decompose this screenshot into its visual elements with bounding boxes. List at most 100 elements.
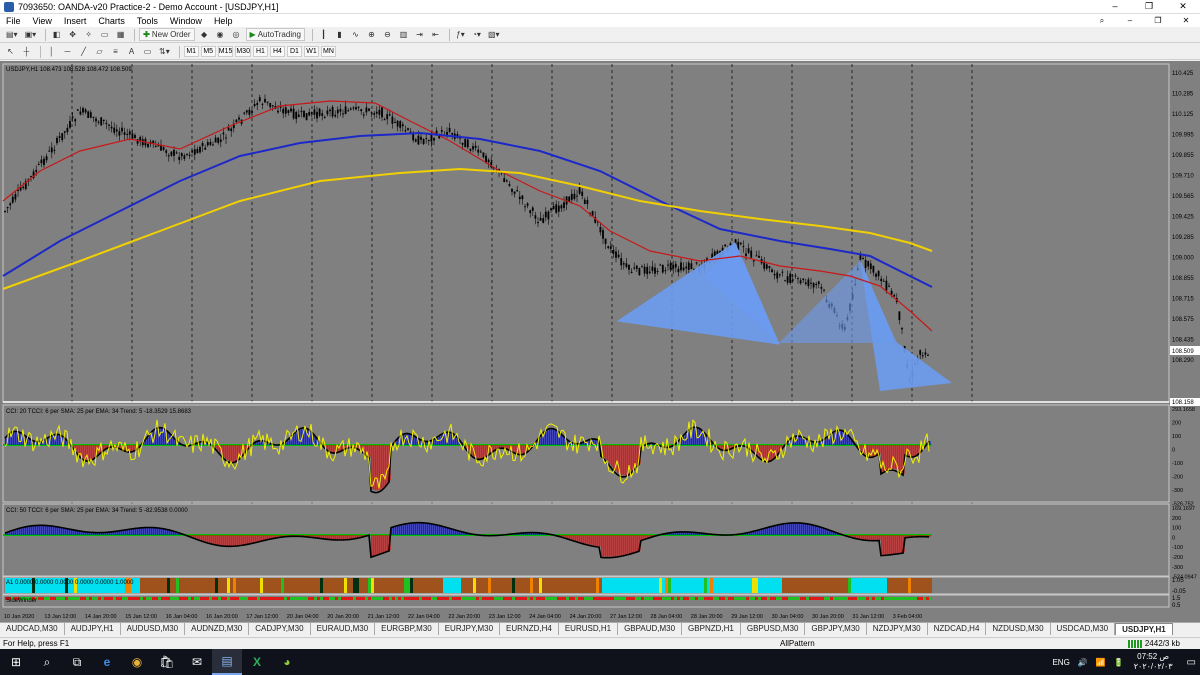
windows-start-icon[interactable]: ⊞ bbox=[0, 649, 32, 675]
tab-cadjpy[interactable]: CADJPY,M30 bbox=[249, 623, 311, 635]
signals-icon[interactable]: ◉ bbox=[214, 28, 227, 41]
market-watch-icon[interactable]: ◧ bbox=[50, 28, 63, 41]
menu-help[interactable]: Help bbox=[208, 16, 239, 26]
periods-icon[interactable]: ◔▾ bbox=[470, 28, 483, 41]
tab-audcad[interactable]: AUDCAD,M30 bbox=[0, 623, 65, 635]
tab-gbpnzd[interactable]: GBPNZD,H1 bbox=[682, 623, 741, 635]
timeframe-d1[interactable]: D1 bbox=[286, 46, 302, 57]
tab-eurgbp[interactable]: EURGBP,M30 bbox=[375, 623, 439, 635]
language-indicator[interactable]: ENG bbox=[1052, 658, 1069, 667]
fibonacci-icon[interactable]: ≡ bbox=[109, 45, 122, 58]
tab-euraud[interactable]: EURAUD,M30 bbox=[311, 623, 376, 635]
indicators-icon[interactable]: ƒ▾ bbox=[454, 28, 467, 41]
app-icon-green[interactable]: ◕ bbox=[272, 649, 302, 675]
candle-body bbox=[414, 139, 417, 142]
clock-date: ٢٠٢٠/٠٢/٠٣ bbox=[1133, 662, 1173, 671]
label-icon[interactable]: ▭ bbox=[141, 45, 154, 58]
tab-eurusd[interactable]: EURUSD,H1 bbox=[559, 623, 619, 635]
volume-icon[interactable]: 🔊 bbox=[1078, 658, 1088, 667]
data-window-icon[interactable]: ✥ bbox=[66, 28, 79, 41]
maximize-button[interactable]: ❐ bbox=[1132, 1, 1166, 12]
menu-charts[interactable]: Charts bbox=[92, 16, 131, 26]
store-icon[interactable]: 🛍 bbox=[152, 649, 182, 675]
colorbar-segment bbox=[569, 578, 572, 593]
notifications-icon[interactable]: ▭ bbox=[1187, 657, 1196, 668]
child-restore-button[interactable]: ❐ bbox=[1144, 16, 1172, 26]
navigator-icon[interactable]: ✧ bbox=[82, 28, 95, 41]
battery-icon[interactable]: 🔋 bbox=[1114, 658, 1124, 667]
menu-file[interactable]: File bbox=[0, 16, 27, 26]
histogram-bar bbox=[617, 445, 619, 473]
vertical-line-icon[interactable]: │ bbox=[45, 45, 58, 58]
profiles-icon[interactable]: ▣▾ bbox=[23, 28, 39, 41]
channel-icon[interactable]: ▱ bbox=[93, 45, 106, 58]
menu-insert[interactable]: Insert bbox=[58, 16, 93, 26]
tab-gbpaud[interactable]: GBPAUD,M30 bbox=[618, 623, 683, 635]
tab-nzdcad[interactable]: NZDCAD,H4 bbox=[928, 623, 987, 635]
terminal-icon[interactable]: ▭ bbox=[98, 28, 111, 41]
crosshair-icon[interactable]: ┼ bbox=[20, 45, 33, 58]
new-chart-icon[interactable]: ▤▾ bbox=[4, 28, 20, 41]
timeframe-h1[interactable]: H1 bbox=[252, 46, 268, 57]
strategy-tester-icon[interactable]: ▦ bbox=[114, 28, 127, 41]
zoom-out-icon[interactable]: ⊖ bbox=[381, 28, 394, 41]
price-chart[interactable]: USDJPY,H1 108.473 108.528 108.472 108.50… bbox=[0, 61, 1200, 622]
horizontal-line-icon[interactable]: ─ bbox=[61, 45, 74, 58]
timeframe-w1[interactable]: W1 bbox=[303, 46, 319, 57]
mail-icon[interactable]: ✉ bbox=[182, 649, 212, 675]
tab-usdjpy[interactable]: USDJPY,H1 bbox=[1115, 623, 1173, 635]
candlestick-icon[interactable]: ▮ bbox=[333, 28, 346, 41]
task-view-icon[interactable]: ⧉ bbox=[62, 649, 92, 675]
timeframe-m5[interactable]: M5 bbox=[200, 46, 216, 57]
menu-tools[interactable]: Tools bbox=[131, 16, 164, 26]
bar-chart-icon[interactable]: ┃ bbox=[317, 28, 330, 41]
tab-usdcad[interactable]: USDCAD,M30 bbox=[1051, 623, 1116, 635]
close-button[interactable]: ✕ bbox=[1166, 1, 1200, 12]
menu-view[interactable]: View bbox=[27, 16, 58, 26]
tab-eurnzd[interactable]: EURNZD,H4 bbox=[500, 623, 559, 635]
minimize-button[interactable]: – bbox=[1098, 1, 1132, 12]
tab-gbpusd[interactable]: GBPUSD,M30 bbox=[741, 623, 806, 635]
cursor-icon[interactable]: ↖ bbox=[4, 45, 17, 58]
timeframe-m1[interactable]: M1 bbox=[183, 46, 199, 57]
sidewinder-segment bbox=[740, 597, 743, 600]
network-icon[interactable]: 📶 bbox=[1096, 658, 1106, 667]
tab-audjpy[interactable]: AUDJPY,H1 bbox=[65, 623, 121, 635]
search-icon[interactable]: ⌕ bbox=[32, 649, 62, 675]
trendline-icon[interactable]: ╱ bbox=[77, 45, 90, 58]
tab-nzdjpy[interactable]: NZDJPY,M30 bbox=[867, 623, 928, 635]
line-chart-icon[interactable]: ∿ bbox=[349, 28, 362, 41]
tab-gbpjpy[interactable]: GBPJPY,M30 bbox=[805, 623, 867, 635]
new-order-button[interactable]: ✚ New Order bbox=[139, 28, 195, 41]
autoscroll-icon[interactable]: ⇤ bbox=[429, 28, 442, 41]
chrome-icon[interactable]: ◉ bbox=[122, 649, 152, 675]
tab-audnzd[interactable]: AUDNZD,M30 bbox=[185, 623, 250, 635]
menu-window[interactable]: Window bbox=[164, 16, 208, 26]
templates-icon[interactable]: ▧▾ bbox=[486, 28, 502, 41]
text-icon[interactable]: A bbox=[125, 45, 138, 58]
auto-trading-button[interactable]: ▶ AutoTrading bbox=[245, 28, 305, 41]
chart-shift-icon[interactable]: ⇥ bbox=[413, 28, 426, 41]
timeframe-mn[interactable]: MN bbox=[320, 46, 336, 57]
tab-nzdusd[interactable]: NZDUSD,M30 bbox=[986, 623, 1051, 635]
timeframe-m15[interactable]: M15 bbox=[217, 46, 234, 57]
arrows-icon[interactable]: ⇅▾ bbox=[157, 45, 172, 58]
excel-icon[interactable]: X bbox=[242, 649, 272, 675]
child-minimize-button[interactable]: – bbox=[1116, 16, 1144, 26]
candle-body bbox=[924, 352, 927, 355]
timeframe-m30[interactable]: M30 bbox=[235, 46, 251, 57]
zoom-in-icon[interactable]: ⊕ bbox=[365, 28, 378, 41]
timeframe-h4[interactable]: H4 bbox=[269, 46, 285, 57]
child-close-button[interactable]: ✕ bbox=[1172, 16, 1200, 26]
search-icon[interactable]: ⌕ bbox=[1088, 16, 1116, 26]
chart-window[interactable]: USDJPY,H1 108.473 108.528 108.472 108.50… bbox=[0, 61, 1200, 622]
tile-windows-icon[interactable]: ▥ bbox=[397, 28, 410, 41]
meta-editor-icon[interactable]: ◆ bbox=[198, 28, 211, 41]
clock[interactable]: 07:52 ص ٢٠٢٠/٠٢/٠٣ bbox=[1134, 652, 1173, 672]
edge-icon[interactable]: e bbox=[92, 649, 122, 675]
market-icon[interactable]: ◎ bbox=[230, 28, 243, 41]
tab-eurjpy[interactable]: EURJPY,M30 bbox=[439, 623, 501, 635]
colorbar-segment bbox=[773, 578, 776, 593]
metatrader-icon[interactable]: ▤ bbox=[212, 649, 242, 675]
tab-audusd[interactable]: AUDUSD,M30 bbox=[121, 623, 186, 635]
